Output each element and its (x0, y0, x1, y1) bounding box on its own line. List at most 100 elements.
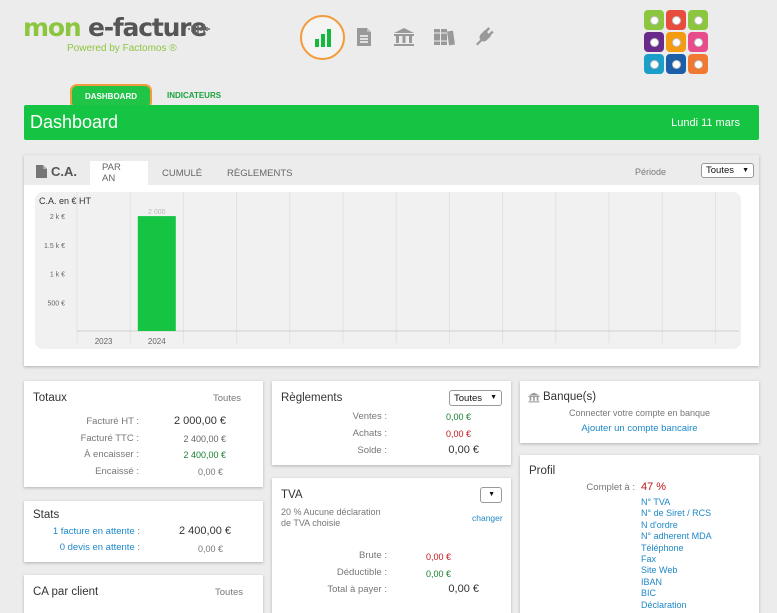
clock-icon (671, 59, 681, 69)
devis-en-attente-link[interactable]: devis en attente (68, 542, 135, 553)
bar-2024 (137, 216, 176, 331)
bank-icon (528, 392, 540, 402)
ca-chart-area: C.A. en € HT 500 € 1 k € 1.5 k € 2 k € 2023 2 … (35, 192, 741, 349)
nav-dashboard-button[interactable] (300, 15, 345, 60)
ca-title: C.A. (36, 164, 77, 179)
banque-title: Banque(s) (543, 391, 597, 403)
profil-item[interactable]: Déclaration (641, 600, 712, 611)
nav-bank-button[interactable] (387, 20, 421, 54)
bar-data-label: 2 000 (148, 209, 166, 216)
tva-total-label: Total à payer : (327, 584, 387, 595)
periode-label: Période (634, 167, 666, 177)
clock-icon (649, 15, 659, 25)
achats-label: Achats : (352, 428, 387, 439)
ventes-label: Ventes : (352, 411, 387, 422)
tva-brute-label: Brute : (359, 550, 387, 561)
clock-icon (693, 59, 703, 69)
app-logo[interactable]: mon e-facture Powered by Factomos ® (23, 13, 210, 54)
totaux-card: Totaux Toutes Facturé HT : 2 000,00 € Fa… (24, 381, 263, 487)
achats-value: 0,00 € (445, 429, 471, 439)
app-tile-1[interactable] (644, 10, 664, 30)
profil-item[interactable]: Fax (641, 554, 712, 565)
logo-subtitle: Powered by Factomos ® (67, 43, 177, 54)
profil-item[interactable]: IBAN (641, 577, 712, 588)
factures-en-attente-link[interactable]: facture en attente (61, 526, 135, 537)
tab-reglements[interactable]: RÈGLEMENTS (215, 161, 304, 185)
y-tick-label: 1.5 k € (44, 243, 65, 250)
nav-integrations-button[interactable] (467, 20, 501, 54)
reglements-title: Règlements (281, 392, 343, 404)
totaux-filter[interactable]: Toutes (213, 393, 241, 404)
tab-par-an[interactable]: PAR AN (90, 161, 148, 185)
profil-item[interactable]: BIC (641, 588, 712, 599)
app-tile-5[interactable] (666, 32, 686, 52)
plug-icon (476, 27, 494, 46)
ca-par-client-filter[interactable]: Toutes (215, 587, 243, 598)
nav-documents-button[interactable] (347, 20, 381, 54)
ca-par-client-card: CA par client Toutes (24, 575, 263, 613)
bank-icon (394, 28, 414, 46)
clock-icon (671, 37, 681, 47)
document-icon (357, 28, 371, 46)
a-encaisser-value: 2 400,00 € (183, 450, 226, 460)
logo-text-mon: mon (23, 13, 88, 42)
banque-header: Banque(s) (528, 391, 596, 403)
solde-value: 0,00 € (448, 444, 479, 456)
facture-ht-value: 2 000,00 € (174, 415, 226, 427)
facture-ht-label: Facturé HT : (86, 416, 139, 427)
reglements-card: Règlements Toutes ▼ Ventes : 0,00 € Acha… (272, 381, 511, 465)
clock-icon (671, 15, 681, 25)
tva-brute-value: 0,00 € (425, 552, 451, 562)
app-tile-6[interactable] (688, 32, 708, 52)
app-tile-8[interactable] (666, 54, 686, 74)
app-tile-3[interactable] (688, 10, 708, 30)
totaux-title: Totaux (33, 392, 67, 404)
app-tile-7[interactable] (644, 54, 664, 74)
solde-label: Solde : (357, 445, 387, 456)
y-tick-label: 1 k € (50, 272, 65, 279)
profil-item[interactable]: N° TVA (641, 497, 712, 508)
tab-cumule[interactable]: CUMULÉ (150, 161, 214, 185)
facture-ttc-value: 2 400,00 € (183, 434, 226, 444)
periode-select[interactable]: Toutes ▼ (701, 163, 754, 178)
tva-select[interactable]: ▼ (480, 487, 502, 503)
clock-icon (693, 37, 703, 47)
clock-icon (693, 15, 703, 25)
encaisse-value: 0,00 € (197, 467, 223, 477)
add-bank-account-link[interactable]: Ajouter un compte bancaire (520, 423, 759, 434)
app-tile-2[interactable] (666, 10, 686, 30)
profil-item[interactable]: Téléphone (641, 543, 712, 554)
ca-bar-chart: C.A. en € HT 500 € 1 k € 1.5 k € 2 k € 2023 2 … (39, 192, 739, 346)
nav-library-button[interactable] (427, 20, 461, 54)
x-tick-label: 2024 (148, 337, 166, 346)
app-tile-4[interactable] (644, 32, 664, 52)
sound-wave-icon (188, 23, 210, 35)
profil-item[interactable]: N d'ordre (641, 520, 712, 531)
stats-factures-count: 1 (52, 526, 59, 537)
tva-deductible-label: Déductible : (336, 567, 387, 578)
books-icon (434, 29, 455, 46)
profil-complete-value: 47 % (641, 481, 667, 493)
stats-row-devis: 0 devis en attente : (59, 542, 140, 553)
profil-item[interactable]: Site Web (641, 565, 712, 576)
tva-description: 20 % Aucune déclaration de TVA choisie (281, 507, 381, 528)
stats-devis-count: 0 (59, 542, 65, 553)
app-launcher-grid[interactable] (644, 10, 710, 74)
y-tick-label: 500 € (47, 300, 65, 307)
profil-item[interactable]: N° de Siret / RCS (641, 508, 712, 519)
tva-change-link[interactable]: changer (472, 513, 503, 523)
tab-indicateurs[interactable]: INDICATEURS (167, 91, 221, 100)
profil-item[interactable]: N° adherent MDA (641, 531, 712, 542)
app-tile-9[interactable] (688, 54, 708, 74)
current-date: Lundi 11 mars (671, 117, 740, 129)
x-tick-label: 2023 (95, 337, 113, 346)
banque-text: Connecter votre compte en banque (568, 408, 711, 418)
ca-title-text: C.A. (51, 164, 77, 179)
reglements-filter-select[interactable]: Toutes ▼ (449, 390, 502, 406)
profil-complete-label: Complet à : (586, 482, 635, 493)
profil-card: Profil Complet à : 47 % N° TVA N° de Sire… (520, 455, 759, 613)
tva-card: TVA ▼ 20 % Aucune déclaration de TVA cho… (272, 478, 511, 613)
tva-deductible-value: 0,00 € (425, 569, 451, 579)
chevron-down-icon: ▼ (742, 167, 749, 174)
a-encaisser-label: À encaisser : (84, 449, 139, 460)
